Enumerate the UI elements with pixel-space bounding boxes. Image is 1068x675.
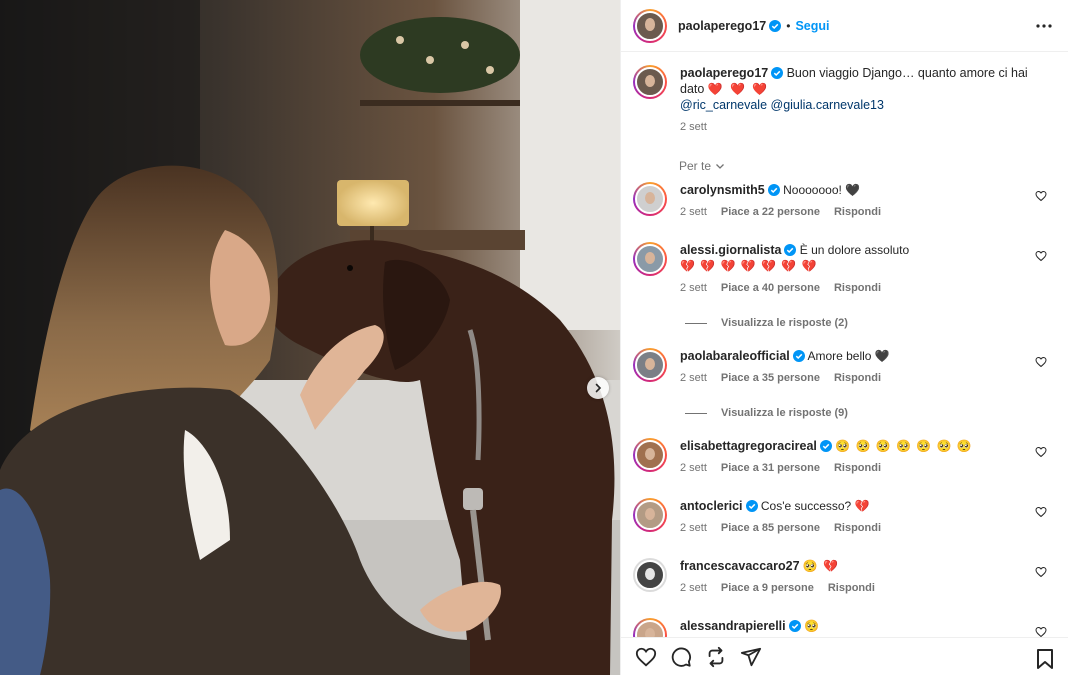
comment-username[interactable]: paolabaraleofficial — [680, 349, 790, 363]
author-avatar[interactable] — [633, 8, 667, 43]
reply-button[interactable]: Rispondi — [828, 580, 875, 596]
caption-avatar[interactable] — [633, 65, 667, 99]
view-replies-label: Visualizza le risposte (9) — [721, 407, 848, 419]
comment-avatar[interactable] — [633, 498, 667, 532]
comment-item: francescavaccaro27 🥺 💔 2 sett Piace a 9 … — [633, 558, 1063, 596]
comment-time: 2 sett — [680, 282, 707, 294]
comment-emoji: 💔 — [854, 499, 871, 513]
replies-divider — [685, 412, 707, 414]
send-icon[interactable] — [740, 646, 762, 668]
comment-text: Nooooooo! — [783, 183, 842, 197]
comment-avatar[interactable] — [633, 618, 667, 637]
heart-icon[interactable] — [1035, 566, 1047, 578]
comment-username[interactable]: antoclerici — [680, 499, 743, 513]
comment-username[interactable]: carolynsmith5 — [680, 183, 765, 197]
view-replies-label: Visualizza le risposte (2) — [721, 317, 848, 329]
caption-hearts: ❤️ ❤️ ❤️ — [707, 82, 770, 96]
view-replies-button[interactable]: Visualizza le risposte (9) — [685, 407, 848, 419]
post-photo[interactable] — [0, 0, 620, 675]
comment-time: 2 sett — [680, 372, 707, 384]
more-icon[interactable] — [1035, 17, 1053, 35]
comment-item: alessi.giornalista È un dolore assoluto … — [633, 242, 1063, 296]
next-image-button[interactable] — [587, 377, 609, 399]
heart-icon[interactable] — [1035, 506, 1047, 518]
verified-icon — [771, 67, 784, 79]
comment-text: È un dolore assoluto — [799, 243, 910, 257]
chevron-right-icon — [595, 383, 602, 393]
comment-username[interactable]: alessandrapierelli — [680, 619, 786, 633]
post-header: paolaperego17 • Segui — [621, 0, 1068, 52]
comment-username[interactable]: alessi.giornalista — [680, 243, 781, 257]
chevron-down-icon — [716, 164, 724, 169]
comment-item: carolynsmith5 Nooooooo! 🖤 2 sett Piace a… — [633, 182, 1063, 220]
bookmark-icon[interactable] — [1035, 648, 1055, 670]
verified-icon — [792, 350, 805, 362]
comment-avatar[interactable] — [633, 242, 667, 276]
comment-time: 2 sett — [680, 206, 707, 218]
reply-button[interactable]: Rispondi — [834, 520, 881, 536]
comment-item: paolabaraleofficial Amore bello 🖤 2 sett… — [633, 348, 1063, 386]
heart-icon[interactable] — [1035, 446, 1047, 458]
verified-icon — [784, 244, 797, 256]
heart-icon[interactable] — [1035, 250, 1047, 262]
comment-emoji: 🥺 🥺 🥺 🥺 🥺 🥺 🥺 — [835, 439, 973, 453]
heart-icon[interactable] — [1035, 190, 1047, 202]
caption-mentions[interactable]: @ric_carnevale @giulia.carnevale13 — [680, 98, 884, 112]
share-icon[interactable] — [705, 646, 727, 668]
comment-emoji: 💔 💔 💔 💔 💔 💔 💔 — [680, 259, 818, 273]
comment-item: elisabettagregoracireal 🥺 🥺 🥺 🥺 🥺 🥺 🥺 2 … — [633, 438, 1063, 476]
comment-time: 2 sett — [680, 522, 707, 534]
heart-icon[interactable] — [635, 646, 657, 668]
comment-avatar[interactable] — [633, 558, 667, 592]
view-replies-button[interactable]: Visualizza le risposte (2) — [685, 317, 848, 329]
comment-likes-count[interactable]: Piace a 35 persone — [721, 370, 820, 386]
heart-icon[interactable] — [1035, 626, 1047, 637]
comment-text: Cos'e successo? — [760, 499, 852, 513]
comment-avatar[interactable] — [633, 182, 667, 216]
comment-sort-dropdown[interactable]: Per te — [679, 159, 726, 173]
heart-icon[interactable] — [1035, 356, 1047, 368]
post-caption: paolaperego17 Buon viaggio Django… quant… — [633, 65, 1053, 135]
reply-button[interactable]: Rispondi — [834, 460, 881, 476]
comment-username[interactable]: elisabettagregoracireal — [680, 439, 817, 453]
separator-dot: • — [786, 18, 791, 33]
verified-icon — [745, 500, 758, 512]
verified-icon — [819, 440, 832, 452]
comment-likes-count[interactable]: Piace a 40 persone — [721, 280, 820, 296]
reply-button[interactable]: Rispondi — [834, 280, 881, 296]
comment-likes-count[interactable]: Piace a 22 persone — [721, 204, 820, 220]
reply-button[interactable]: Rispondi — [834, 370, 881, 386]
comments-scroll-area[interactable]: paolaperego17 Buon viaggio Django… quant… — [621, 53, 1068, 637]
comment-likes-count[interactable]: Piace a 31 persone — [721, 460, 820, 476]
caption-username[interactable]: paolaperego17 — [680, 66, 768, 80]
comment-emoji: 🖤 — [845, 183, 862, 197]
comment-avatar[interactable] — [633, 348, 667, 382]
comment-icon[interactable] — [670, 646, 692, 668]
comment-text: Amore bello — [807, 349, 872, 363]
comment-likes-count[interactable]: Piace a 9 persone — [721, 580, 814, 596]
post-action-bar — [621, 637, 1068, 675]
verified-icon — [788, 620, 801, 632]
verified-icon — [769, 19, 782, 32]
sort-label: Per te — [679, 159, 712, 173]
comment-username[interactable]: francescavaccaro27 — [680, 559, 800, 573]
verified-icon — [767, 184, 780, 196]
author-username[interactable]: paolaperego17 — [678, 19, 766, 33]
follow-button[interactable]: Segui — [795, 19, 829, 33]
comment-time: 2 sett — [680, 582, 707, 594]
comment-emoji: 🖤 — [874, 349, 891, 363]
comment-item: antoclerici Cos'e successo? 💔 2 sett Pia… — [633, 498, 1063, 536]
comment-emoji: 🥺 — [803, 619, 820, 633]
comment-emoji: 🥺 💔 — [802, 559, 840, 573]
post-side-panel: paolaperego17 • Segui paolaperego17 Buon… — [620, 0, 1068, 675]
replies-divider — [685, 322, 707, 324]
caption-time: 2 sett — [680, 121, 707, 133]
comment-item: alessandrapierelli 🥺 — [633, 618, 1063, 637]
photo-woman-kissing-dog — [0, 0, 620, 675]
comment-time: 2 sett — [680, 462, 707, 474]
comment-avatar[interactable] — [633, 438, 667, 472]
instagram-post-modal: paolaperego17 • Segui paolaperego17 Buon… — [0, 0, 1068, 675]
comment-likes-count[interactable]: Piace a 85 persone — [721, 520, 820, 536]
reply-button[interactable]: Rispondi — [834, 204, 881, 220]
